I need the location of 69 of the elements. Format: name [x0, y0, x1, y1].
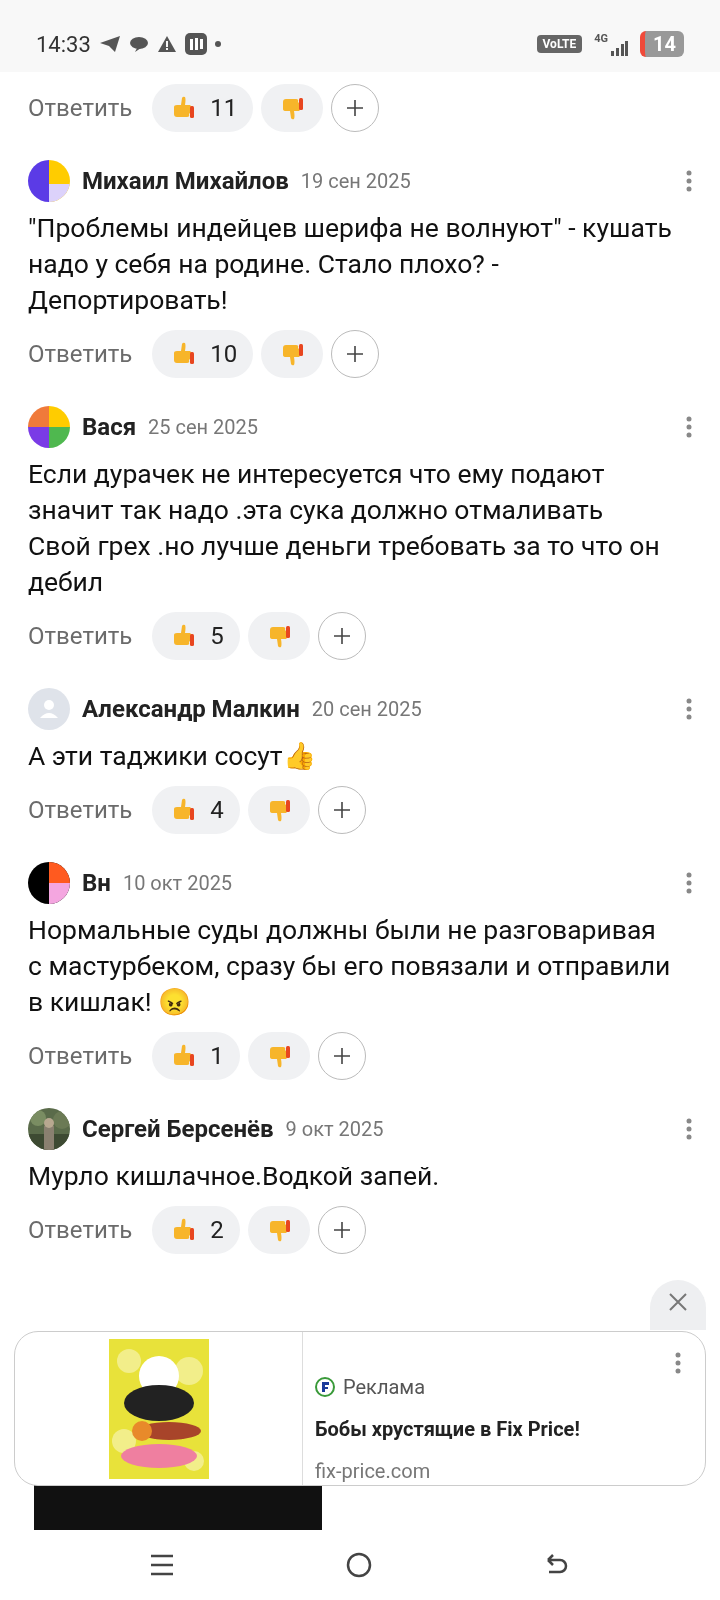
author-name[interactable]: Сергей Берсенёв — [82, 1111, 274, 1147]
avatar — [28, 862, 70, 904]
more-icon[interactable] — [686, 872, 692, 894]
more-icon[interactable] — [686, 698, 692, 720]
avatar — [28, 406, 70, 448]
comment-date: 20 сен 2025 — [311, 696, 422, 723]
reply-link[interactable]: Ответить — [28, 336, 133, 372]
dislike-button[interactable] — [247, 1206, 310, 1254]
comment-text: А эти таджики сосут👍 — [28, 739, 317, 773]
dislike-button[interactable] — [247, 786, 310, 834]
like-button[interactable]: 5 — [152, 612, 240, 660]
dislike-button[interactable] — [261, 330, 324, 378]
avatar — [28, 688, 70, 730]
chat-bubble-icon — [128, 35, 149, 53]
like-button[interactable]: 10 — [152, 330, 254, 378]
comment-text: Мурло кишлачное.Водкой запей. — [28, 1159, 441, 1193]
like-button[interactable]: 2 — [152, 1206, 240, 1254]
like-button[interactable]: 1 — [152, 1032, 240, 1080]
reply-link[interactable]: Ответить — [28, 1038, 133, 1074]
ad-card[interactable]: Реклама Бобы хрустящие в Fix Price! fix-price.com — [14, 1331, 706, 1486]
author-name[interactable]: Александр Малкин — [82, 691, 300, 727]
clock: 14:33 — [36, 30, 91, 59]
more-icon[interactable] — [675, 1352, 681, 1374]
network-type: 4G — [594, 32, 609, 44]
plus-icon — [331, 1220, 352, 1240]
plus-icon — [345, 344, 366, 364]
like-button[interactable]: 4 — [152, 786, 240, 834]
author-name[interactable]: Вася — [82, 409, 137, 445]
volte-badge: VoLTE — [536, 35, 583, 53]
comment-date: 9 окт 2025 — [285, 1116, 384, 1143]
brand-logo-icon — [315, 1377, 335, 1397]
more-icon[interactable] — [686, 1118, 692, 1140]
comment-date: 25 сен 2025 — [148, 414, 259, 441]
more-icon[interactable] — [686, 170, 692, 192]
ad-label: Реклама — [343, 1374, 426, 1401]
ad-domain: fix-price.com — [315, 1458, 432, 1485]
dislike-button[interactable] — [247, 612, 310, 660]
paper-plane-icon — [98, 35, 121, 53]
reply-link[interactable]: Ответить — [28, 1212, 133, 1248]
reply-link[interactable]: Ответить — [28, 90, 133, 126]
warning-icon — [156, 35, 177, 53]
comment-text: "Проблемы индейцев шерифа не волнуют" - кушать надо у себя на родине. Стало плохо? - Депортировать! — [28, 211, 673, 317]
plus-icon — [331, 1046, 352, 1066]
battery-indicator: 14 — [640, 31, 684, 57]
ad-title[interactable]: Бобы хрустящие в Fix Price! — [315, 1414, 705, 1444]
avatar — [28, 160, 70, 202]
home-icon[interactable] — [346, 1552, 372, 1578]
dislike-button[interactable] — [261, 84, 324, 132]
comment-text: Нормальные суды должны были не разговаривая с мастурбеком, сразу бы его повязали и отправили в кишлак! 😠 — [28, 913, 672, 1019]
like-button[interactable]: 11 — [152, 84, 254, 132]
comment-date: 10 окт 2025 — [122, 870, 233, 897]
plus-icon — [331, 800, 352, 820]
plus-icon — [345, 98, 366, 118]
close-button[interactable] — [650, 1280, 706, 1330]
dislike-button[interactable] — [247, 1032, 310, 1080]
comment-text: Если дурачек не интересуется что ему подают значит так надо .эта сука должно отмаливать Свой грех .но лучше деньги требовать за то что он дебил — [28, 457, 661, 599]
dot-icon — [214, 41, 221, 47]
close-icon — [668, 1292, 688, 1312]
author-name[interactable]: Вн — [82, 865, 111, 901]
back-icon[interactable] — [544, 1554, 570, 1576]
reply-link[interactable]: Ответить — [28, 618, 133, 654]
comment-date: 19 сен 2025 — [300, 168, 411, 195]
signal-icon — [610, 39, 629, 56]
author-name[interactable]: Михаил Михайлов — [82, 163, 289, 199]
menu-icon[interactable] — [150, 1554, 174, 1576]
app-icon — [184, 33, 207, 55]
reply-link[interactable]: Ответить — [28, 792, 133, 828]
more-icon[interactable] — [686, 416, 692, 438]
plus-icon — [331, 626, 352, 646]
